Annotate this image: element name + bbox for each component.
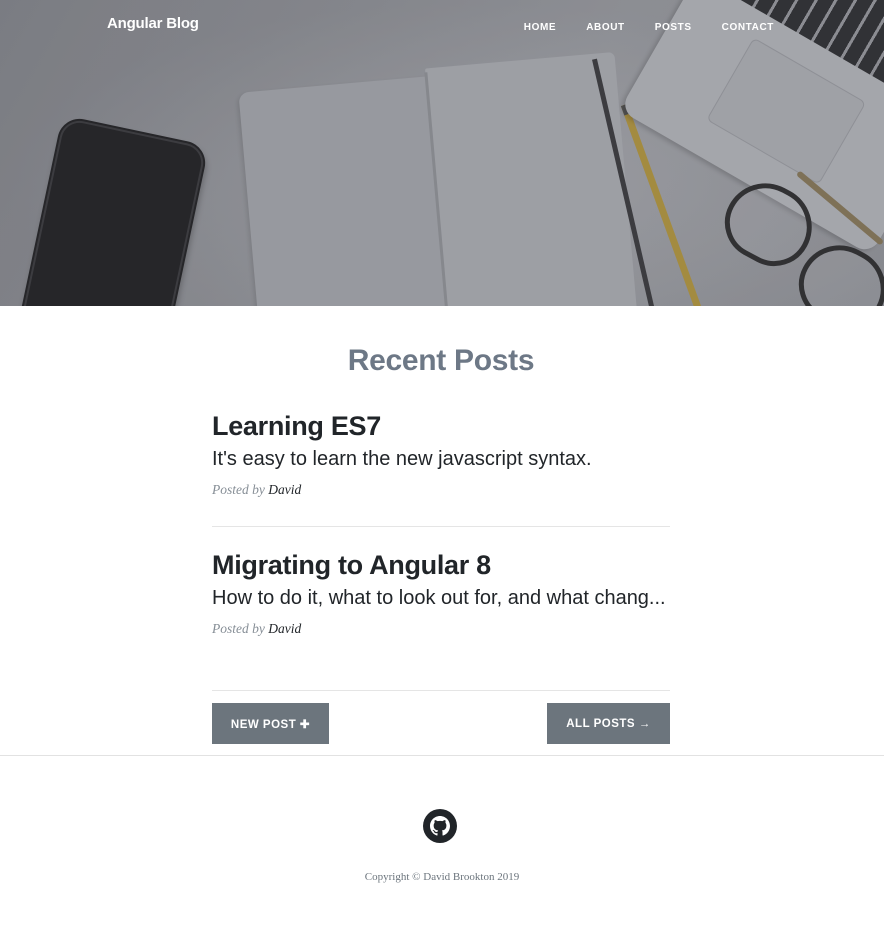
- nav-link-home[interactable]: HOME: [524, 22, 556, 33]
- nav-link-about[interactable]: ABOUT: [586, 22, 625, 33]
- nav-link-posts[interactable]: POSTS: [655, 22, 692, 33]
- copyright-text: Copyright © David Brookton 2019: [364, 871, 520, 883]
- post-meta: Posted by David: [212, 482, 670, 498]
- post-title-link[interactable]: Migrating to Angular 8: [212, 550, 670, 580]
- brand-logo-link[interactable]: Angular Blog: [107, 15, 199, 32]
- section-title: Recent Posts: [347, 344, 535, 377]
- post-preview: Learning ES7 It's easy to learn the new …: [212, 411, 670, 498]
- github-mark-icon: [430, 816, 450, 836]
- nav-link-contact[interactable]: CONTACT: [722, 22, 774, 33]
- top-navbar: Angular Blog HOME ABOUT POSTS CONTACT: [0, 0, 884, 56]
- post-meta-prefix: Posted by: [212, 482, 265, 497]
- all-posts-button[interactable]: ALL POSTS →: [547, 703, 670, 744]
- github-icon[interactable]: [423, 809, 457, 843]
- new-post-button[interactable]: NEW POST ✚: [212, 703, 329, 744]
- nav-links: HOME ABOUT POSTS CONTACT: [524, 22, 774, 33]
- post-subtitle[interactable]: How to do it, what to look out for, and …: [212, 586, 670, 611]
- post-author: David: [268, 621, 302, 636]
- post-divider: [212, 690, 670, 691]
- footer-divider: [0, 755, 884, 756]
- post-divider: [212, 526, 670, 527]
- post-title-link[interactable]: Learning ES7: [212, 411, 670, 441]
- post-preview: Migrating to Angular 8 How to do it, wha…: [212, 550, 670, 637]
- post-author: David: [268, 482, 302, 497]
- post-meta: Posted by David: [212, 621, 670, 637]
- post-meta-prefix: Posted by: [212, 621, 265, 636]
- post-subtitle[interactable]: It's easy to learn the new javascript sy…: [212, 447, 670, 472]
